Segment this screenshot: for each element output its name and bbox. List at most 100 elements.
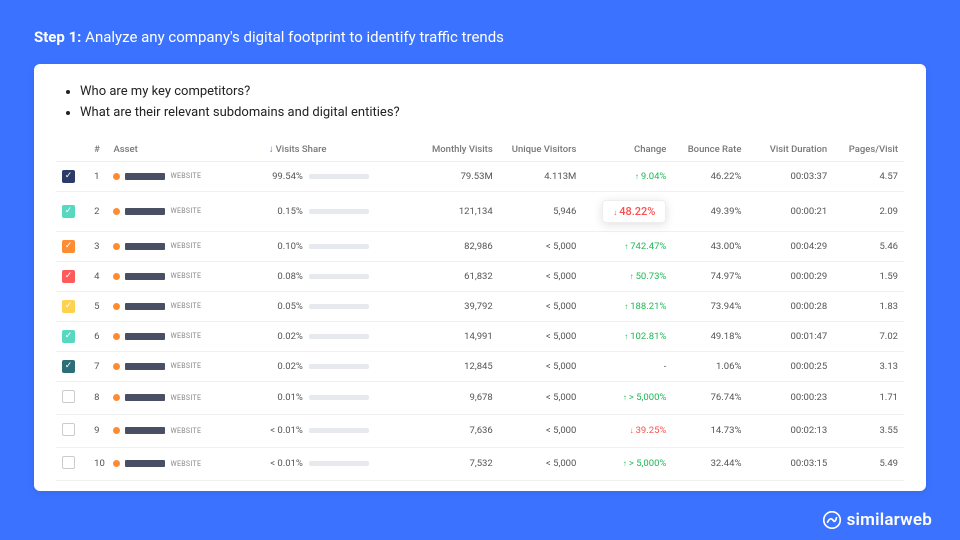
col-pages-visit[interactable]: Pages/Visit <box>833 138 904 162</box>
col-change[interactable]: Change <box>582 138 672 162</box>
main-card: Who are my key competitors? What are the… <box>34 64 926 491</box>
monthly-visits: 121,134 <box>402 191 498 231</box>
share-bar <box>309 274 369 279</box>
table-row[interactable]: ✓ 7 WEBSITE 0.02% 12,845 < 5,000 - 1.06%… <box>56 351 904 381</box>
asset-cell[interactable]: WEBSITE <box>113 460 256 468</box>
visits-share-cell: 0.02% <box>269 331 396 342</box>
pages-per-visit: 2.09 <box>833 191 904 231</box>
bounce-rate: 49.18% <box>672 321 747 351</box>
row-checkbox[interactable]: ✓ <box>62 360 75 373</box>
monthly-visits: 39,792 <box>402 291 498 321</box>
asset-cell[interactable]: WEBSITE <box>113 172 256 180</box>
bounce-rate: 76.74% <box>672 381 747 414</box>
visits-share-cell: 0.15% <box>269 206 396 217</box>
monthly-visits: 14,991 <box>402 321 498 351</box>
asset-name-redacted <box>125 460 165 467</box>
bounce-rate: 73.94% <box>672 291 747 321</box>
pages-per-visit: 1.83 <box>833 291 904 321</box>
pages-per-visit: 5.49 <box>833 447 904 480</box>
change-callout: ↓48.22% <box>602 200 666 223</box>
row-index: 7 <box>88 351 107 381</box>
asset-type-tag: WEBSITE <box>170 460 201 468</box>
table-row[interactable]: ✓ 4 WEBSITE 0.08% 61,832 < 5,000 ↑50.73%… <box>56 261 904 291</box>
asset-name-redacted <box>125 394 165 401</box>
col-visits-share[interactable]: ↓Visits Share <box>263 138 402 162</box>
visit-duration: 00:00:28 <box>747 291 833 321</box>
table-row[interactable]: ✓ 5 WEBSITE 0.05% 39,792 < 5,000 ↑188.21… <box>56 291 904 321</box>
visits-share-cell: 0.05% <box>269 301 396 312</box>
col-index[interactable]: # <box>88 138 107 162</box>
change-value: ↑9.04% <box>635 171 666 182</box>
unique-visitors: 5,946 <box>499 191 583 231</box>
bounce-rate: 49.39% <box>672 191 747 231</box>
row-checkbox[interactable]: ✓ <box>62 270 75 283</box>
asset-dot-icon <box>113 303 120 310</box>
pages-per-visit: 1.71 <box>833 381 904 414</box>
row-checkbox[interactable] <box>62 390 75 403</box>
row-checkbox[interactable]: ✓ <box>62 330 75 343</box>
monthly-visits: 12,845 <box>402 351 498 381</box>
bounce-rate: 1.06% <box>672 351 747 381</box>
bounce-rate: 32.44% <box>672 447 747 480</box>
table-row[interactable]: 9 WEBSITE < 0.01% 7,636 < 5,000 ↓39.25% … <box>56 414 904 447</box>
visits-share-cell: < 0.01% <box>269 425 396 436</box>
asset-cell[interactable]: WEBSITE <box>113 302 256 310</box>
change-cell: ↑> 5,000% <box>582 447 672 480</box>
table-row[interactable]: ✓ 3 WEBSITE 0.10% 82,986 < 5,000 ↑742.47… <box>56 231 904 261</box>
col-unique-visitors[interactable]: Unique Visitors <box>499 138 583 162</box>
asset-name-redacted <box>125 363 165 370</box>
asset-dot-icon <box>113 363 120 370</box>
asset-dot-icon <box>113 208 120 215</box>
share-bar <box>309 334 369 339</box>
pages-per-visit: 7.02 <box>833 321 904 351</box>
asset-name-redacted <box>125 303 165 310</box>
pages-per-visit: 5.46 <box>833 231 904 261</box>
asset-cell[interactable]: WEBSITE <box>113 272 256 280</box>
table-row[interactable]: ✓ 1 WEBSITE 99.54% 79.53M 4.113M ↑9.04% … <box>56 161 904 191</box>
monthly-visits: 79.53M <box>402 161 498 191</box>
row-checkbox[interactable]: ✓ <box>62 205 75 218</box>
table-row[interactable]: 10 WEBSITE < 0.01% 7,532 < 5,000 ↑> 5,00… <box>56 447 904 480</box>
list-item: Who are my key competitors? <box>80 82 904 103</box>
row-checkbox[interactable]: ✓ <box>62 170 75 183</box>
row-checkbox[interactable]: ✓ <box>62 240 75 253</box>
row-checkbox[interactable]: ✓ <box>62 300 75 313</box>
asset-type-tag: WEBSITE <box>170 302 201 310</box>
change-cell: ↑> 5,000% <box>582 381 672 414</box>
asset-type-tag: WEBSITE <box>170 362 201 370</box>
asset-name-redacted <box>125 243 165 250</box>
table-row[interactable]: 8 WEBSITE 0.01% 9,678 < 5,000 ↑> 5,000% … <box>56 381 904 414</box>
visit-duration: 00:00:25 <box>747 351 833 381</box>
asset-cell[interactable]: WEBSITE <box>113 332 256 340</box>
share-bar <box>309 461 369 466</box>
asset-cell[interactable]: WEBSITE <box>113 242 256 250</box>
asset-cell[interactable]: WEBSITE <box>113 427 256 435</box>
visits-share-cell: 0.02% <box>269 361 396 372</box>
row-index: 8 <box>88 381 107 414</box>
table-row[interactable]: ✓ 2 WEBSITE 0.15% 121,134 5,946 ↓48.22% … <box>56 191 904 231</box>
row-checkbox[interactable] <box>62 456 75 469</box>
unique-visitors: < 5,000 <box>499 447 583 480</box>
bounce-rate: 43.00% <box>672 231 747 261</box>
share-bar <box>309 244 369 249</box>
col-visit-duration[interactable]: Visit Duration <box>747 138 833 162</box>
share-bar <box>309 304 369 309</box>
sort-down-icon: ↓ <box>269 144 274 155</box>
change-value: ↑> 5,000% <box>623 458 667 469</box>
asset-type-tag: WEBSITE <box>170 242 201 250</box>
table-row[interactable]: ✓ 6 WEBSITE 0.02% 14,991 < 5,000 ↑102.81… <box>56 321 904 351</box>
asset-cell[interactable]: WEBSITE <box>113 394 256 402</box>
col-bounce-rate[interactable]: Bounce Rate <box>672 138 747 162</box>
assets-table: # Asset ↓Visits Share Monthly Visits Uni… <box>56 138 904 481</box>
visits-share-cell: < 0.01% <box>269 458 396 469</box>
row-checkbox[interactable] <box>62 423 75 436</box>
question-list: Who are my key competitors? What are the… <box>56 82 904 124</box>
asset-cell[interactable]: WEBSITE <box>113 362 256 370</box>
col-asset[interactable]: Asset <box>107 138 262 162</box>
asset-dot-icon <box>113 273 120 280</box>
asset-cell[interactable]: WEBSITE <box>113 207 256 215</box>
unique-visitors: < 5,000 <box>499 231 583 261</box>
visit-duration: 00:00:21 <box>747 191 833 231</box>
col-monthly-visits[interactable]: Monthly Visits <box>402 138 498 162</box>
bounce-rate: 46.22% <box>672 161 747 191</box>
